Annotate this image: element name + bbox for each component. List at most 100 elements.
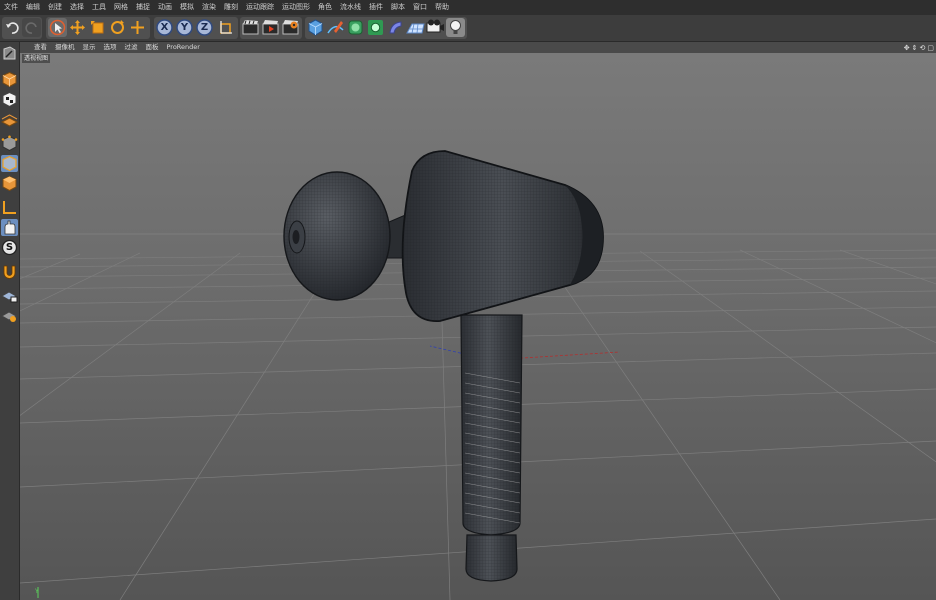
render-settings-button[interactable] bbox=[281, 18, 300, 37]
make-editable-icon bbox=[3, 46, 16, 60]
array-icon bbox=[368, 20, 383, 35]
make-editable-button[interactable] bbox=[1, 45, 18, 62]
live-selection-button[interactable] bbox=[48, 18, 67, 37]
menu-sculpt[interactable]: 雕刻 bbox=[220, 0, 242, 15]
polygons-mode-button[interactable] bbox=[1, 175, 18, 192]
menu-snap[interactable]: 捕捉 bbox=[132, 0, 154, 15]
model-mode-button[interactable] bbox=[1, 71, 18, 88]
enable-axis-button[interactable] bbox=[1, 199, 18, 216]
menu-file[interactable]: 文件 bbox=[0, 0, 22, 15]
svg-text:Y: Y bbox=[34, 588, 39, 595]
menu-animate[interactable]: 动画 bbox=[154, 0, 176, 15]
render-picture-viewer-button[interactable] bbox=[261, 18, 280, 37]
workplane-mode-button[interactable] bbox=[0, 111, 19, 128]
floor-object-button[interactable] bbox=[406, 18, 425, 37]
points-cube-icon bbox=[1, 135, 18, 152]
workplane-icon bbox=[0, 114, 19, 127]
handle-mesh-overlay bbox=[461, 315, 522, 535]
coordinate-system-button[interactable] bbox=[216, 18, 235, 37]
menu-simulate[interactable]: 模拟 bbox=[176, 0, 198, 15]
x-axis-label: X bbox=[160, 22, 169, 33]
menu-select[interactable]: 选择 bbox=[66, 0, 88, 15]
snap-button[interactable]: S bbox=[1, 239, 18, 256]
menu-mograph[interactable]: 运动图形 bbox=[278, 0, 314, 15]
main-toolbar: X Y Z bbox=[0, 15, 936, 42]
bend-deformer-icon bbox=[389, 21, 402, 34]
menu-help[interactable]: 帮助 bbox=[431, 0, 453, 15]
menu-window[interactable]: 窗口 bbox=[409, 0, 431, 15]
edges-cube-icon bbox=[2, 155, 17, 172]
light-object-button[interactable] bbox=[446, 18, 465, 37]
rotate-icon bbox=[111, 20, 124, 34]
cube-object-button[interactable] bbox=[306, 18, 325, 37]
menu-tools[interactable]: 工具 bbox=[88, 0, 110, 15]
orbit-icon[interactable]: ⟲ bbox=[920, 44, 926, 52]
checker-cube-icon bbox=[2, 91, 17, 108]
texture-mode-button[interactable] bbox=[1, 91, 18, 108]
cube-icon bbox=[308, 19, 323, 36]
menu-edit[interactable]: 编辑 bbox=[22, 0, 44, 15]
clapperboard-icon bbox=[242, 20, 259, 35]
viewport-tab-prorender[interactable]: ProRender bbox=[163, 42, 204, 53]
viewport-nav-controls: ✥ ⇕ ⟲ ▢ bbox=[904, 42, 934, 53]
plus-cross-icon bbox=[131, 21, 144, 34]
menu-mesh[interactable]: 网格 bbox=[110, 0, 132, 15]
workplane-gear-icon bbox=[0, 311, 18, 322]
move-tool-button[interactable] bbox=[68, 18, 87, 37]
ball-front-hole bbox=[292, 230, 300, 244]
viewport-menu-bar: 查看 摄像机 显示 选项 过滤 面板 ProRender ✥ ⇕ ⟲ ▢ bbox=[20, 42, 936, 53]
menu-pipeline[interactable]: 流水线 bbox=[336, 0, 365, 15]
undo-button[interactable] bbox=[3, 18, 22, 37]
clapperboard-play-icon bbox=[262, 20, 279, 35]
menu-create[interactable]: 创建 bbox=[44, 0, 66, 15]
light-bulb-icon bbox=[450, 20, 461, 34]
pan-icon[interactable]: ✥ bbox=[904, 44, 910, 52]
perspective-viewport[interactable]: Y 透视视图 bbox=[20, 53, 936, 600]
move-arrows-icon bbox=[70, 20, 85, 35]
locked-workplane-button[interactable] bbox=[0, 287, 18, 304]
workplane-lock-icon bbox=[0, 291, 18, 303]
z-axis-button[interactable]: Z bbox=[195, 18, 214, 37]
tweak-mode-button[interactable] bbox=[1, 219, 18, 236]
model-cube-icon bbox=[2, 71, 17, 88]
scale-tool-button[interactable] bbox=[88, 18, 107, 37]
rotate-tool-button[interactable] bbox=[108, 18, 127, 37]
z-axis-label: Z bbox=[200, 22, 209, 33]
cursor-arrow-icon bbox=[49, 19, 66, 36]
edges-mode-button[interactable] bbox=[1, 155, 18, 172]
x-axis-button[interactable]: X bbox=[155, 18, 174, 37]
redo-button[interactable] bbox=[22, 18, 41, 37]
menu-script[interactable]: 脚本 bbox=[387, 0, 409, 15]
y-axis-button[interactable]: Y bbox=[175, 18, 194, 37]
pen-spline-button[interactable] bbox=[326, 18, 345, 37]
pen-spline-icon bbox=[327, 21, 344, 34]
viewport-tab-display[interactable]: 显示 bbox=[79, 42, 100, 53]
floor-grid-icon bbox=[406, 23, 425, 34]
array-object-button[interactable] bbox=[366, 18, 385, 37]
viewport-tab-cameras[interactable]: 摄像机 bbox=[51, 42, 79, 53]
subdivision-surface-icon bbox=[348, 20, 363, 35]
camera-object-button[interactable] bbox=[426, 18, 445, 37]
menu-render[interactable]: 渲染 bbox=[198, 0, 220, 15]
menu-character[interactable]: 角色 bbox=[314, 0, 336, 15]
viewport-tab-options[interactable]: 选项 bbox=[100, 42, 121, 53]
menu-motion-tracking[interactable]: 运动跟踪 bbox=[242, 0, 278, 15]
handle-cap-overlay bbox=[466, 535, 517, 581]
maximize-view-icon[interactable]: ▢ bbox=[927, 44, 934, 52]
magnet-icon bbox=[3, 265, 16, 279]
render-view-button[interactable] bbox=[241, 18, 260, 37]
viewport-tab-panel[interactable]: 面板 bbox=[142, 42, 163, 53]
menu-plugins[interactable]: 插件 bbox=[365, 0, 387, 15]
recent-tool-button[interactable] bbox=[128, 18, 147, 37]
viewport-tab-filter[interactable]: 过滤 bbox=[121, 42, 142, 53]
dolly-icon[interactable]: ⇕ bbox=[912, 44, 918, 52]
workplane-settings-button[interactable] bbox=[0, 307, 18, 324]
snap-s-label: S bbox=[5, 242, 14, 253]
viewport-tab-view[interactable]: 查看 bbox=[30, 42, 51, 53]
points-mode-button[interactable] bbox=[1, 135, 18, 152]
subdivision-surface-button[interactable] bbox=[346, 18, 365, 37]
viewport-scene: Y bbox=[20, 53, 936, 600]
camera-icon bbox=[426, 19, 444, 33]
magnet-button[interactable] bbox=[1, 263, 18, 280]
deformer-button[interactable] bbox=[386, 18, 405, 37]
